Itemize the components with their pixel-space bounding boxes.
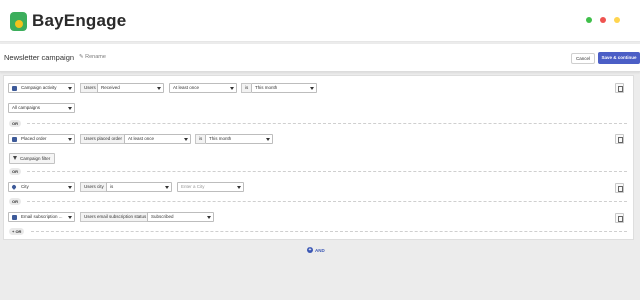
title-bar: Newsletter campaign ✎ Rename <box>0 44 640 72</box>
chevron-down-icon <box>68 87 72 90</box>
subscription-status-value: Subscribed <box>151 214 174 219</box>
chevron-down-icon <box>230 87 234 90</box>
condition-type-label: Campaign activity <box>21 85 57 90</box>
delete-icon[interactable] <box>615 134 624 144</box>
period-select[interactable]: This month <box>251 83 317 93</box>
divider <box>27 171 627 172</box>
save-continue-button[interactable]: Save & continue <box>598 52 640 64</box>
divider <box>31 231 627 232</box>
window-dots <box>586 17 620 23</box>
chevron-down-icon <box>310 87 314 90</box>
condition-type-label: City <box>21 184 29 189</box>
delete-icon[interactable] <box>615 213 624 223</box>
plus-icon: + <box>307 247 313 253</box>
is-label: is <box>241 83 252 93</box>
rename-label: Rename <box>85 54 106 60</box>
condition-type-label: Placed order <box>21 136 47 141</box>
frequency-select[interactable]: At least once <box>124 134 191 144</box>
city-input[interactable]: Enter a City <box>177 182 244 192</box>
top-bar: BayEngage <box>0 0 640 42</box>
city-placeholder: Enter a City <box>181 184 205 189</box>
frequency-value: At least once <box>128 136 155 141</box>
chevron-down-icon <box>157 87 161 90</box>
chevron-down-icon <box>184 138 188 141</box>
brand-logo[interactable]: BayEngage <box>10 11 126 31</box>
cancel-button[interactable]: Cancel <box>571 53 595 64</box>
location-pin-icon <box>11 184 17 190</box>
divider <box>27 123 627 124</box>
period-value: This month <box>255 85 278 90</box>
chevron-down-icon <box>68 186 72 189</box>
chevron-down-icon <box>207 216 211 219</box>
condition-type-select[interactable]: Placed order <box>8 134 75 144</box>
period-value: This month <box>209 136 232 141</box>
divider <box>27 201 627 202</box>
condition-type-label: Email subscription ... <box>21 214 63 219</box>
chevron-down-icon <box>68 138 72 141</box>
condition-type-select[interactable]: Email subscription ... <box>8 212 75 222</box>
or-button[interactable]: OR <box>9 168 21 175</box>
delete-icon[interactable] <box>615 183 624 193</box>
period-select[interactable]: This month <box>205 134 273 144</box>
campaign-filter-button[interactable]: Campaign filter <box>9 153 56 164</box>
campaigns-value: All campaigns <box>12 105 41 110</box>
chevron-down-icon <box>266 138 270 141</box>
chevron-down-icon <box>165 186 169 189</box>
users-label: Users <box>80 83 99 93</box>
users-city-label: Users city <box>80 182 107 192</box>
add-or-button[interactable]: + OR <box>9 228 25 235</box>
frequency-select[interactable]: At least once <box>169 83 237 93</box>
activity-select[interactable]: Received <box>97 83 164 93</box>
operator-value: is <box>110 184 114 189</box>
subscription-status-select[interactable]: Subscribed <box>147 212 214 222</box>
yellow-dot-icon <box>614 17 620 23</box>
condition-type-select[interactable]: City <box>8 182 75 192</box>
red-dot-icon <box>600 17 606 23</box>
delete-icon[interactable] <box>615 83 624 93</box>
operator-select[interactable]: is <box>106 182 172 192</box>
green-dot-icon <box>586 17 592 23</box>
chevron-down-icon <box>68 216 72 219</box>
rename-link[interactable]: ✎ Rename <box>79 54 106 60</box>
page-title: Newsletter campaign <box>4 53 75 62</box>
brand-name: BayEngage <box>32 11 127 30</box>
or-button[interactable]: OR <box>9 198 21 205</box>
mail-list-icon <box>12 215 17 220</box>
chevron-down-icon <box>68 107 72 110</box>
users-placed-order-label: Users placed order <box>80 134 126 144</box>
add-and-button[interactable]: + AND <box>307 247 325 253</box>
and-label: AND <box>315 247 325 253</box>
campaigns-select[interactable]: All campaigns <box>8 103 75 113</box>
envelope-icon <box>12 86 17 91</box>
is-label: is <box>195 134 206 144</box>
chevron-down-icon <box>237 186 241 189</box>
activity-value: Received <box>101 85 120 90</box>
logo-icon <box>10 11 27 31</box>
or-button[interactable]: OR <box>9 120 21 127</box>
condition-type-select[interactable]: Campaign activity <box>8 83 75 93</box>
shopping-bag-icon <box>12 137 17 142</box>
frequency-value: At least once <box>173 85 200 90</box>
users-email-subscription-label: Users email subscription status <box>80 212 150 222</box>
